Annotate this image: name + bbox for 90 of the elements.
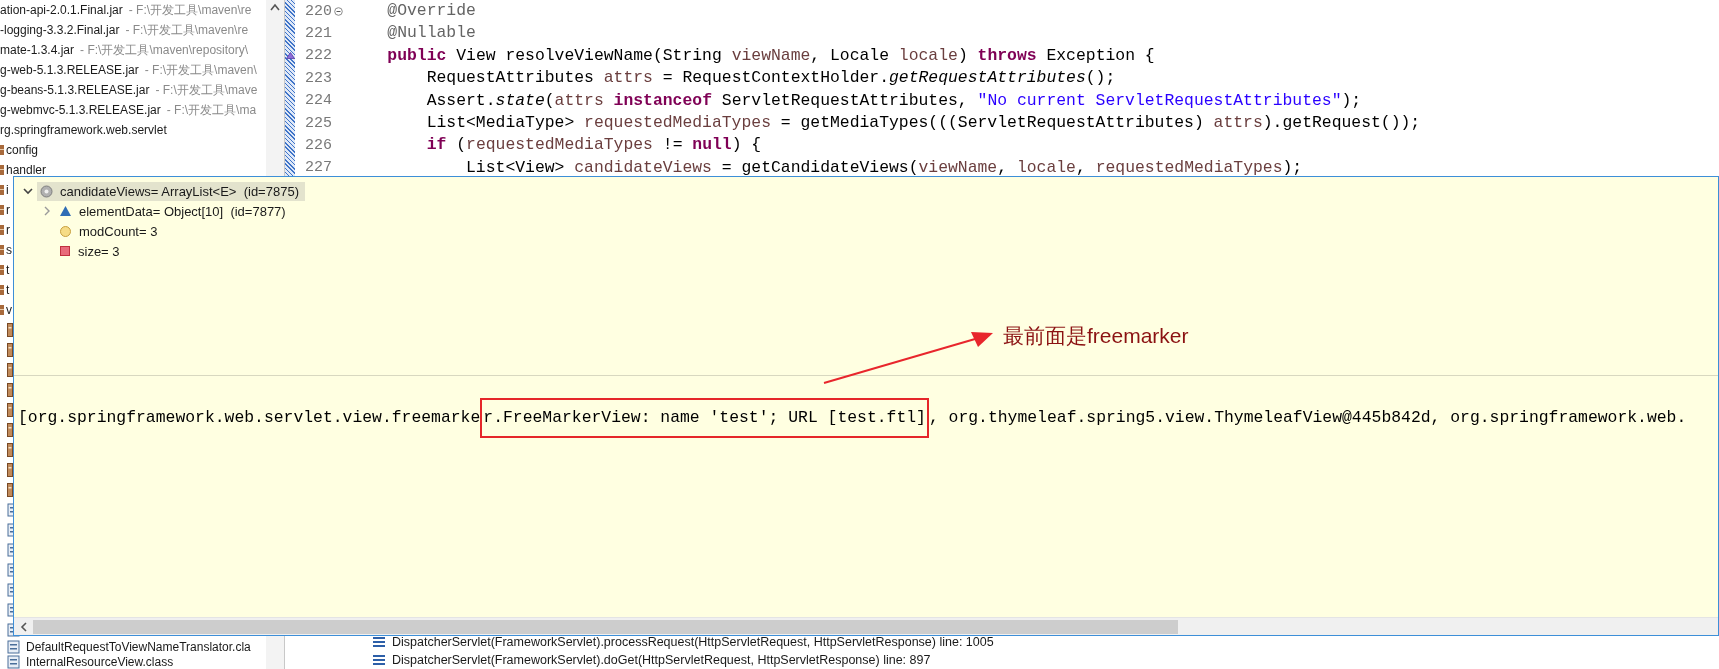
highlighted-text: r.FreeMarkerView: name 'test'; URL [test.ftl] <box>480 398 929 438</box>
jar-name: -logging-3.3.2.Final.jar <box>0 23 120 37</box>
file-icon <box>7 383 13 397</box>
variable-item[interactable]: modCount= 3 <box>56 221 164 241</box>
package-name[interactable]: handler <box>6 163 47 177</box>
package-name[interactable]: r <box>6 223 10 237</box>
triangle-icon <box>59 205 72 217</box>
file-name[interactable]: DefaultRequestToViewNameTranslator.cla <box>26 640 251 655</box>
package-name[interactable]: config <box>6 143 39 157</box>
jar-name: g-webmvc-5.1.3.RELEASE.jar <box>0 103 161 117</box>
jar-name: g-web-5.1.3.RELEASE.jar <box>0 63 139 77</box>
jar-path: - F:\开发工具\mave <box>155 81 258 99</box>
variable-item[interactable]: elementData= Object[10] (id=7877) <box>56 201 292 221</box>
code-line: List<MediaType> requestedMediaTypes = getMediaTypes(((ServletRequestAttributes) attrs).getRequest()); <box>425 111 1422 134</box>
package-name[interactable]: s <box>6 243 12 257</box>
scroll-thumb[interactable] <box>33 619 1178 634</box>
package-name[interactable]: t <box>6 263 10 277</box>
class-file-icon <box>7 640 20 655</box>
circle-icon <box>40 184 53 198</box>
line-number: 227 <box>305 159 332 177</box>
variable-label: modCount= 3 <box>79 223 158 239</box>
line-number: 226 <box>305 137 332 155</box>
collapse-icon[interactable] <box>334 6 343 16</box>
jar-name: g-beans-5.1.3.RELEASE.jar <box>0 83 150 97</box>
line-number: 221 <box>305 25 332 43</box>
package-icon <box>0 224 5 236</box>
line-number: 225 <box>305 114 332 132</box>
jar-path: - F:\开发工具\ma <box>166 101 257 119</box>
file-icon <box>7 323 13 337</box>
variable-item[interactable]: size= 3 <box>56 241 126 261</box>
chevron-down-icon[interactable] <box>22 185 34 197</box>
code-line: RequestAttributes attrs = RequestContextHolder.getRequestAttributes(); <box>425 67 1117 90</box>
variable-label: elementData= Object[10] (id=7877) <box>79 203 286 219</box>
jar-path: - F:\开发工具\maven\ <box>144 61 257 79</box>
line-number: 220 <box>305 2 332 20</box>
file-icon <box>7 423 13 437</box>
jar-row[interactable]: g-beans-5.1.3.RELEASE.jar - F:\开发工具\mave <box>0 80 266 100</box>
package-icon <box>0 304 5 316</box>
line-number: 222 <box>305 47 332 65</box>
file-name[interactable]: InternalResourceView.class <box>26 654 174 669</box>
file-icon <box>7 403 13 417</box>
line-number: 224 <box>305 92 332 110</box>
code-line: if (requestedMediaTypes != null) { <box>425 134 763 157</box>
package-icon <box>0 184 5 196</box>
package-name[interactable]: t <box>6 283 10 297</box>
chevron-up-icon[interactable] <box>270 3 280 11</box>
code-line: @Nullable <box>386 22 477 45</box>
jar-path: - F:\开发工具\maven\re <box>128 1 252 19</box>
stack-frame[interactable]: DispatcherServlet(FrameworkServlet).doGet(HttpServletRequest, HttpServletResponse) line: 897 <box>392 653 931 667</box>
file-icon <box>7 443 13 457</box>
package-icon <box>0 164 5 176</box>
circle-icon <box>59 224 72 238</box>
variable-item[interactable]: candidateViews= ArrayList<E> (id=7875) <box>37 181 305 201</box>
stack-frame-icon <box>373 655 385 665</box>
jar-row[interactable]: mate-1.3.4.jar - F:\开发工具\maven\repository\ <box>0 40 266 60</box>
package-name[interactable]: i <box>6 183 9 197</box>
stack-frame-icon <box>373 637 385 647</box>
package-icon <box>0 204 5 216</box>
jar-name: ation-api-2.0.1.Final.jar <box>0 3 123 17</box>
file-icon <box>7 483 13 497</box>
variable-label: candidateViews= ArrayList<E> (id=7875) <box>60 183 299 199</box>
value-text: , org.thymeleaf.spring5.view.ThymeleafView@445b842d, org.springframework.web. <box>928 408 1687 427</box>
file-icon <box>7 463 13 477</box>
file-icon <box>7 363 13 377</box>
annotation-note: 最前面是freemarker <box>1003 323 1189 349</box>
value-text: [org.springframework.web.servlet.view.freemarke <box>18 408 481 427</box>
package-name[interactable]: rg.springframework.web.servlet <box>0 123 167 137</box>
jar-path: - F:\开发工具\maven\re <box>125 21 249 39</box>
jar-name: mate-1.3.4.jar <box>0 43 75 57</box>
code-line: Assert.state(attrs instanceof ServletRequestAttributes, "No current ServletRequestAttributes"); <box>425 89 1363 112</box>
square-icon <box>59 245 71 257</box>
stack-frame[interactable]: DispatcherServlet(FrameworkServlet).processRequest(HttpServletRequest, HttpServletResponse) line: 1005 <box>392 635 994 649</box>
code-line: List<View> candidateViews = getCandidateViews(viewName, locale, requestedMediaTypes); <box>465 156 1304 179</box>
jar-row[interactable]: -logging-3.3.2.Final.jar - F:\开发工具\maven\re <box>0 20 266 40</box>
code-line: public View resolveViewName(String viewName, Locale locale) throws Exception { <box>386 44 1156 67</box>
jar-path: - F:\开发工具\maven\repository\ <box>80 41 249 59</box>
variable-label: size= 3 <box>78 243 120 259</box>
package-icon <box>0 144 5 156</box>
jar-row[interactable]: ation-api-2.0.1.Final.jar - F:\开发工具\maven\re <box>0 0 266 20</box>
file-icon <box>7 343 13 357</box>
package-icon <box>0 244 5 256</box>
package-name[interactable]: r <box>6 203 10 217</box>
line-number: 223 <box>305 69 332 87</box>
package-icon <box>0 264 5 276</box>
package-name[interactable]: v <box>6 303 12 317</box>
class-file-icon <box>7 654 20 669</box>
jar-row[interactable]: g-web-5.1.3.RELEASE.jar - F:\开发工具\maven\ <box>0 60 266 80</box>
package-icon <box>0 284 5 296</box>
code-line: @Override <box>386 0 477 22</box>
jar-row[interactable]: g-webmvc-5.1.3.RELEASE.jar - F:\开发工具\ma <box>0 100 266 120</box>
